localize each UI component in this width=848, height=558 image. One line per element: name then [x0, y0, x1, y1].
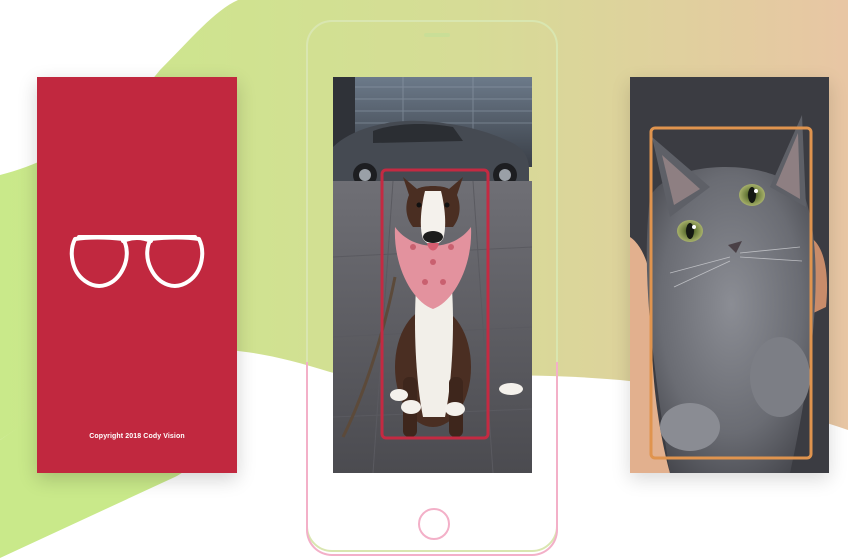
cat-photo-card: [630, 77, 829, 473]
cat-photo: [630, 77, 829, 473]
phone-speaker: [424, 33, 450, 37]
phone-screen: [333, 77, 532, 473]
aviator-sunglasses-icon: [69, 235, 205, 288]
phone-home-button[interactable]: [418, 508, 450, 540]
copyright-text: Copyright 2018 Cody Vision: [89, 433, 185, 440]
dog-photo: [333, 77, 532, 473]
splash-screen: Copyright 2018 Cody Vision: [37, 77, 237, 473]
